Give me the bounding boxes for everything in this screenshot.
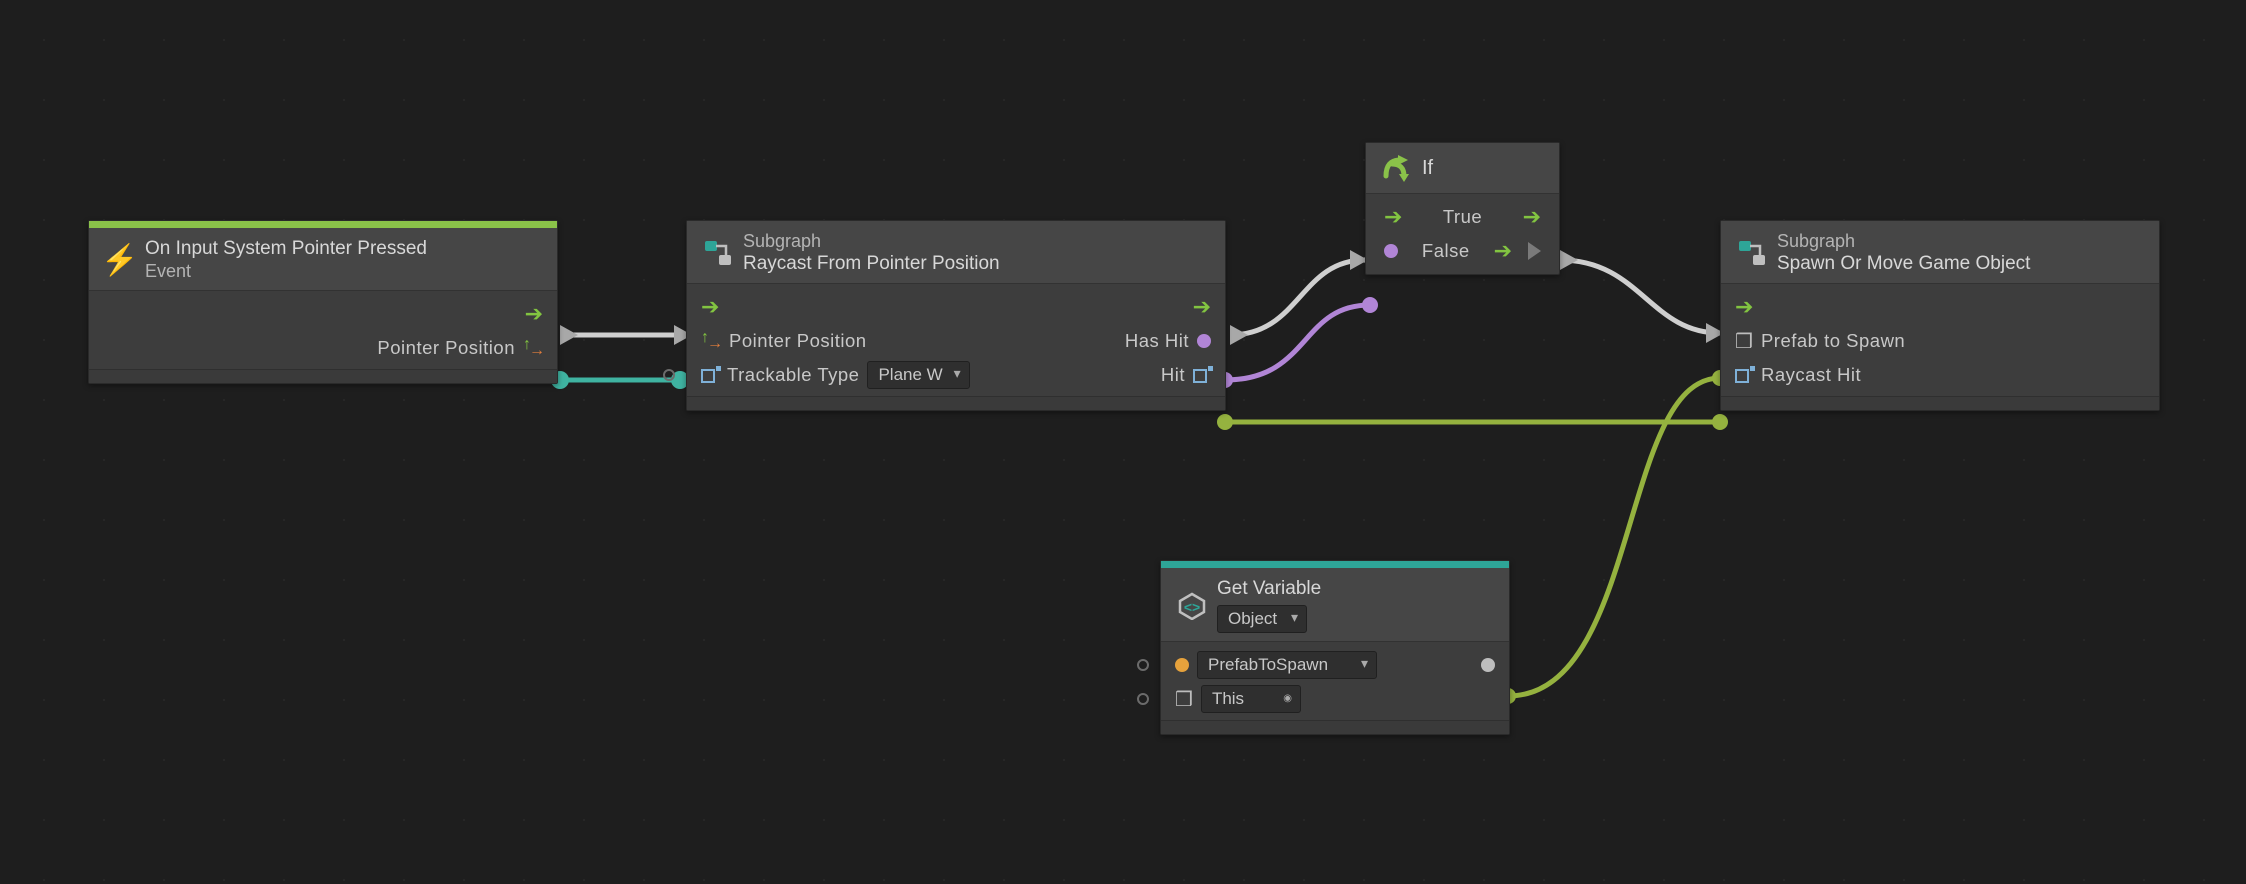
flow-out-arrow-icon[interactable]: ➔ (1193, 296, 1211, 318)
output-port-label: Pointer Position (377, 337, 515, 359)
unconnected-port-icon[interactable] (1137, 659, 1149, 671)
bool-port-icon[interactable] (1197, 334, 1211, 348)
node-supertitle: Subgraph (1777, 231, 2030, 253)
node-spawn-or-move-game-object[interactable]: Subgraph Spawn Or Move Game Object ➔ ❒ P… (1720, 220, 2160, 411)
node-header[interactable]: If (1366, 143, 1559, 194)
variable-icon: <> (1177, 591, 1207, 621)
node-header[interactable]: ⚡ On Input System Pointer Pressed Event (89, 221, 557, 291)
svg-text:<>: <> (1184, 599, 1200, 615)
output-port-label: Has Hit (1125, 330, 1189, 352)
variable-target-dropdown[interactable]: This (1201, 685, 1301, 713)
branch-icon (1382, 153, 1412, 183)
input-port-label: Raycast Hit (1761, 364, 1861, 386)
node-footer (89, 369, 557, 383)
input-port-label: Prefab to Spawn (1761, 330, 1905, 352)
node-footer (1721, 396, 2159, 410)
subgraph-icon (703, 238, 733, 268)
vector2-icon (701, 331, 721, 351)
false-flow-tri-icon[interactable] (1528, 242, 1541, 260)
node-title: Spawn Or Move Game Object (1777, 253, 2030, 276)
lightning-icon: ⚡ (105, 245, 135, 275)
false-branch-label: False (1414, 240, 1478, 262)
node-subtitle: Event (145, 261, 427, 283)
node-raycast-from-pointer-position[interactable]: Subgraph Raycast From Pointer Position ➔… (686, 220, 1226, 411)
struct-icon (1735, 367, 1753, 383)
output-port-label: Hit (1161, 364, 1185, 386)
input-port-label: Trackable Type (727, 364, 859, 386)
variable-name-dropdown[interactable]: PrefabToSpawn (1197, 651, 1377, 679)
gameobject-icon: ❒ (1735, 329, 1753, 354)
node-title: Get Variable (1217, 578, 1321, 601)
connection-layer (0, 0, 2246, 884)
unconnected-port-icon[interactable] (1137, 693, 1149, 705)
node-supertitle: Subgraph (743, 231, 1000, 253)
struct-icon (1193, 367, 1211, 383)
flow-in-arrow-icon[interactable]: ➔ (701, 296, 719, 318)
node-header[interactable]: Subgraph Raycast From Pointer Position (687, 221, 1225, 284)
node-footer (687, 396, 1225, 410)
node-header[interactable]: Subgraph Spawn Or Move Game Object (1721, 221, 2159, 284)
node-on-input-pointer-pressed[interactable]: ⚡ On Input System Pointer Pressed Event … (88, 220, 558, 384)
string-port-icon[interactable] (1175, 658, 1189, 672)
node-title: Raycast From Pointer Position (743, 253, 1000, 276)
enum-icon (701, 367, 719, 383)
node-header[interactable]: <> Get Variable Object (1161, 561, 1509, 642)
flow-out-arrow-icon[interactable]: ➔ (525, 303, 543, 325)
false-flow-out-icon[interactable]: ➔ (1494, 240, 1512, 262)
flow-in-arrow-icon[interactable]: ➔ (1384, 206, 1402, 228)
trackable-type-dropdown[interactable]: Plane W (867, 361, 969, 389)
output-port-icon[interactable] (1481, 658, 1495, 672)
unconnected-port-icon[interactable] (663, 369, 675, 381)
node-footer (1161, 720, 1509, 734)
variable-scope-dropdown[interactable]: Object (1217, 605, 1307, 633)
true-branch-label: True (1418, 206, 1506, 228)
flow-in-arrow-icon[interactable]: ➔ (1735, 296, 1753, 318)
true-flow-out-icon[interactable]: ➔ (1523, 206, 1541, 228)
node-if[interactable]: If ➔ True ➔ False ➔ (1365, 142, 1560, 275)
vector2-icon (523, 338, 543, 358)
node-get-variable[interactable]: <> Get Variable Object PrefabToSpawn ❒ T… (1160, 560, 1510, 735)
input-port-label: Pointer Position (729, 330, 867, 352)
condition-port-icon[interactable] (1384, 244, 1398, 258)
subgraph-icon (1737, 238, 1767, 268)
node-title: On Input System Pointer Pressed (145, 238, 427, 261)
node-title: If (1422, 157, 1433, 180)
gameobject-icon: ❒ (1175, 687, 1193, 712)
